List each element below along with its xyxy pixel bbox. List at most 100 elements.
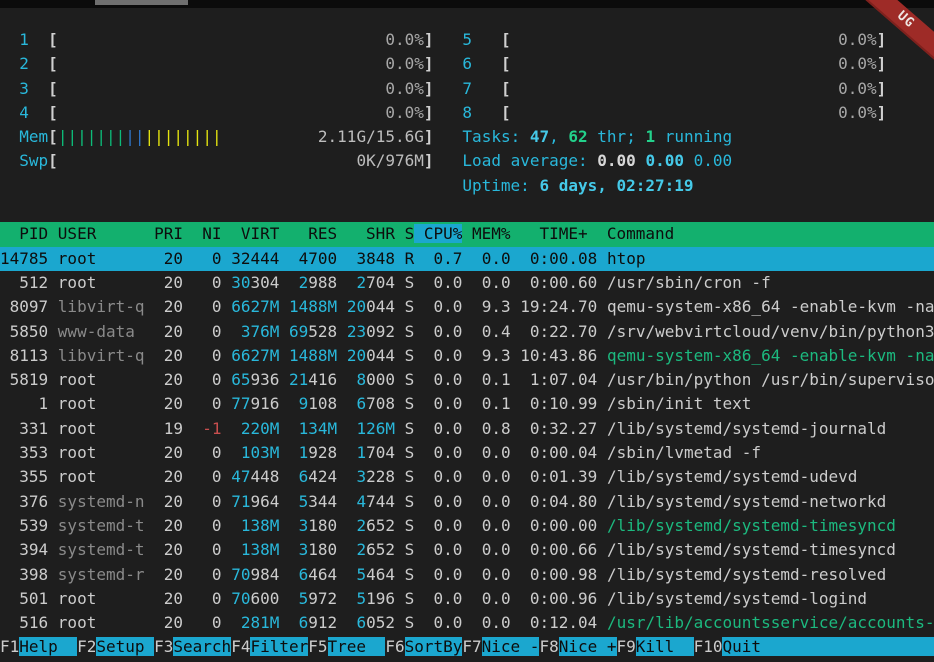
mem-value-thousands: 5 — [347, 589, 366, 608]
mem-value: 964 — [250, 492, 279, 511]
fkey-label-sortby[interactable]: SortBy — [405, 637, 463, 656]
mem-value-thousands: 6 — [289, 565, 308, 584]
text-segment — [279, 589, 289, 608]
cpu-meter-label: 5 — [462, 30, 501, 49]
mem-value-thousands: 5 — [289, 492, 308, 511]
mem-value: 912 — [308, 613, 337, 632]
mem-value: 220M — [231, 419, 279, 438]
sort-column-header-cpu[interactable]: CPU% — [414, 224, 462, 243]
mem-value: 988 — [308, 273, 337, 292]
process-row[interactable]: 398 systemd-r 20 0 70984 6464 5464 S 0.0… — [0, 563, 934, 587]
process-row[interactable]: 14785 root 20 0 32444 4700 3848 R 0.7 0.… — [0, 247, 934, 271]
mem-value: 704 — [366, 273, 395, 292]
mem-bar-used: ||||||| — [58, 127, 125, 146]
mem-value-thousands: 5 — [347, 565, 366, 584]
cell-state: S — [405, 540, 424, 559]
mem-value: 416 — [308, 370, 337, 389]
cpu-meter-value: 0.0% — [838, 79, 877, 98]
fkey-label-quit[interactable]: Quit — [722, 637, 780, 656]
cpu-meter-row: 1 [ 0.0%] 5 [ 0.0%] — [0, 28, 934, 52]
fkey-label-setup[interactable]: Setup — [96, 637, 154, 656]
mem-value-thousands: 8 — [347, 370, 366, 389]
fkey-key-nice[interactable]: F7 — [462, 637, 481, 656]
process-row[interactable]: 1 root 20 0 77916 9108 6708 S 0.0 0.1 0:… — [0, 392, 934, 416]
cell-pid: 8097 — [0, 297, 58, 316]
column-headers-right[interactable]: MEM% TIME+ Command — [462, 224, 867, 243]
cell-command: /usr/lib/accountsservice/accounts- — [607, 613, 934, 632]
mem-value: 228 — [366, 467, 395, 486]
fkey-label-filter[interactable]: Filter — [250, 637, 308, 656]
cell-state: S — [405, 613, 424, 632]
cell-pid: 5850 — [0, 322, 58, 341]
process-row[interactable]: 512 root 20 0 30304 2988 2704 S 0.0 0.0 … — [0, 271, 934, 295]
process-row[interactable]: 331 root 19 -1 220M 134M 126M S 0.0 0.8 … — [0, 417, 934, 441]
cell-user: systemd-n — [58, 492, 154, 511]
text-segment — [337, 540, 347, 559]
text-segment — [395, 443, 405, 462]
text-segment — [279, 322, 289, 341]
cell-pid: 331 — [0, 419, 58, 438]
process-row[interactable]: 539 systemd-t 20 0 138M 3180 2652 S 0.0 … — [0, 514, 934, 538]
cell-nice: 0 — [193, 322, 232, 341]
fkey-key-tree[interactable]: F5 — [308, 637, 327, 656]
mem-value: 1488M — [289, 297, 337, 316]
cell-priority: 20 — [154, 613, 193, 632]
cell-state: S — [405, 346, 424, 365]
cell-priority: 20 — [154, 394, 193, 413]
process-row[interactable]: 5819 root 20 0 65936 21416 8000 S 0.0 0.… — [0, 368, 934, 392]
function-key-bar[interactable]: F1Help F2Setup F3SearchF4FilterF5Tree F6… — [0, 635, 934, 659]
mem-value: 652 — [366, 540, 395, 559]
text-segment: , — [549, 127, 568, 146]
fkey-key-help[interactable]: F1 — [0, 637, 19, 656]
cell-mem-percent: 0.0 — [472, 273, 520, 292]
process-row[interactable]: 355 root 20 0 47448 6424 3228 S 0.0 0.0 … — [0, 465, 934, 489]
text-segment — [337, 492, 347, 511]
fkey-key-search[interactable]: F3 — [154, 637, 173, 656]
fkey-key-setup[interactable]: F2 — [77, 637, 96, 656]
mem-value-thousands: 69 — [289, 322, 308, 341]
cell-state: S — [405, 322, 424, 341]
cell-pid: 394 — [0, 540, 58, 559]
process-row[interactable]: 516 root 20 0 281M 6912 6052 S 0.0 0.0 0… — [0, 611, 934, 635]
text-segment — [337, 273, 347, 292]
cell-time: 0:10.99 — [520, 394, 607, 413]
cell-time: 0:00.98 — [520, 565, 607, 584]
cell-time: 0:22.70 — [520, 322, 607, 341]
process-row[interactable]: 394 systemd-t 20 0 138M 3180 2652 S 0.0 … — [0, 538, 934, 562]
cell-user: root — [58, 589, 154, 608]
cell-time: 0:00.96 — [520, 589, 607, 608]
table-header-row[interactable]: PID USER PRI NI VIRT RES SHR S CPU% MEM%… — [0, 222, 934, 246]
mem-value: 936 — [250, 370, 279, 389]
process-row[interactable]: 8097 libvirt-q 20 0 6627M 1488M 20044 S … — [0, 295, 934, 319]
fkey-key-sortby[interactable]: F6 — [385, 637, 404, 656]
process-row[interactable]: 501 root 20 0 70600 5972 5196 S 0.0 0.0 … — [0, 587, 934, 611]
text-segment — [395, 419, 405, 438]
column-headers[interactable]: PID USER PRI NI VIRT RES SHR S — [0, 224, 414, 243]
mem-value-thousands: 2 — [347, 540, 366, 559]
cell-cpu-percent: 0.0 — [424, 297, 472, 316]
cell-command: /lib/systemd/systemd-journald — [607, 419, 934, 438]
fkey-label-kill[interactable]: Kill — [636, 637, 694, 656]
process-row[interactable]: 353 root 20 0 103M 1928 1704 S 0.0 0.0 0… — [0, 441, 934, 465]
fkey-label-tree[interactable]: Tree — [328, 637, 386, 656]
fkey-key-filter[interactable]: F4 — [231, 637, 250, 656]
cell-nice: 0 — [193, 370, 232, 389]
text-segment — [279, 394, 289, 413]
fkey-key-nice[interactable]: F8 — [539, 637, 558, 656]
process-row[interactable]: 8113 libvirt-q 20 0 6627M 1488M 20044 S … — [0, 344, 934, 368]
process-row[interactable]: 5850 www-data 20 0 376M 69528 23092 S 0.… — [0, 320, 934, 344]
process-row[interactable]: 376 systemd-n 20 0 71964 5344 4744 S 0.0… — [0, 490, 934, 514]
fkey-key-kill[interactable]: F9 — [617, 637, 636, 656]
fkey-label-nice[interactable]: Nice - — [482, 637, 540, 656]
mem-value: 6627M — [231, 297, 279, 316]
fkey-key-quit[interactable]: F10 — [694, 637, 723, 656]
meter-open-bracket: [ — [48, 79, 58, 98]
fkey-label-search[interactable]: Search — [173, 637, 231, 656]
cpu-meter-label: 4 — [0, 103, 48, 122]
text-segment — [0, 176, 462, 195]
fkey-label-help[interactable]: Help — [19, 637, 77, 656]
fkey-label-nice[interactable]: Nice + — [559, 637, 617, 656]
text-segment — [395, 346, 405, 365]
mem-value: 32444 — [231, 249, 279, 268]
text-segment — [434, 103, 463, 122]
